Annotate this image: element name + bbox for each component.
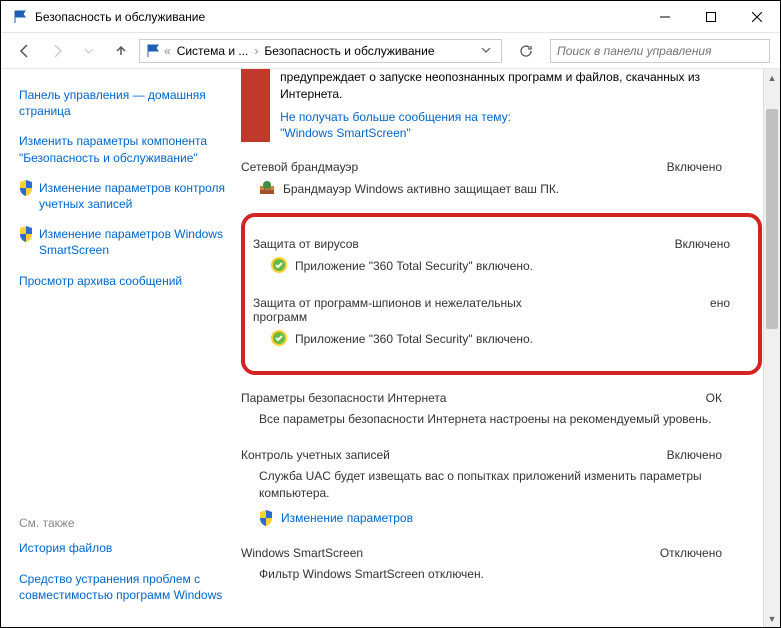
section-uac: Контроль учетных записей Включено Служба… (241, 444, 762, 532)
scroll-thumb[interactable] (766, 109, 778, 329)
sidebar-link-smartscreen[interactable]: Изменение параметров Windows SmartScreen (39, 226, 231, 258)
body: Панель управления — домашняя страница Из… (1, 69, 780, 627)
recent-dropdown[interactable] (75, 37, 103, 65)
spyware-sub: Приложение "360 Total Security" включено… (295, 331, 533, 348)
security-flag-icon (13, 10, 27, 24)
close-button[interactable] (734, 1, 780, 33)
breadcrumb-item-security[interactable]: Безопасность и обслуживание (260, 44, 438, 58)
chevron-right-icon: « (162, 44, 173, 58)
shield-icon (19, 226, 33, 242)
section-firewall: Сетевой брандмауэр Включено Брандмауэр W… (241, 156, 762, 205)
forward-button[interactable] (43, 37, 71, 65)
uac-change-link[interactable]: Изменение параметров (281, 511, 413, 525)
check-icon (271, 330, 287, 349)
uac-sub: Служба UAC будет извещать вас о попытках… (259, 468, 762, 502)
search-input[interactable] (557, 44, 763, 58)
back-button[interactable] (11, 37, 39, 65)
section-smartscreen: Windows SmartScreen Отключено Фильтр Win… (241, 542, 762, 589)
notice-text: предупреждает о запуске неопознанных про… (280, 70, 700, 101)
check-icon (271, 257, 287, 276)
ss-label: Windows SmartScreen (241, 546, 363, 560)
refresh-button[interactable] (512, 37, 540, 65)
sidebar-link-home[interactable]: Панель управления — домашняя страница (19, 87, 231, 119)
titlebar: Безопасность и обслуживание (1, 1, 780, 33)
breadcrumb[interactable]: « Система и ... › Безопасность и обслужи… (139, 39, 502, 63)
section-internet-security: Параметры безопасности Интернета ОК Все … (241, 387, 762, 434)
shield-icon (19, 180, 33, 196)
notice-link-no-more[interactable]: Не получать больше сообщения на тему: (280, 109, 752, 126)
scroll-up-button[interactable]: ▲ (764, 69, 780, 86)
sidebar-link-troubleshoot[interactable]: Средство устранения проблем с совместимо… (19, 571, 231, 603)
inet-label: Параметры безопасности Интернета (241, 391, 446, 405)
window-title: Безопасность и обслуживание (35, 10, 642, 24)
notice-link-smartscreen[interactable]: "Windows SmartScreen" (280, 126, 411, 140)
firewall-sub: Брандмауэр Windows активно защищает ваш … (283, 181, 559, 198)
spyware-status: ено (710, 296, 730, 324)
firewall-icon (259, 180, 275, 199)
ss-status: Отключено (660, 546, 722, 560)
navbar: « Система и ... › Безопасность и обслужи… (1, 33, 780, 69)
minimize-button[interactable] (642, 1, 688, 33)
window-root: Безопасность и обслуживание « С (0, 0, 781, 628)
chevron-right-icon: › (252, 44, 260, 58)
sidebar: Панель управления — домашняя страница Из… (1, 69, 241, 627)
breadcrumb-flag-icon (146, 44, 160, 58)
breadcrumb-item-system[interactable]: Система и ... (173, 44, 253, 58)
virus-sub: Приложение "360 Total Security" включено… (295, 258, 533, 275)
section-spyware: Защита от программ-шпионов и нежелательн… (253, 292, 750, 355)
maximize-button[interactable] (688, 1, 734, 33)
see-also-heading: См. также (19, 516, 231, 530)
notice-red-bar (241, 69, 270, 142)
sidebar-link-change-params[interactable]: Изменить параметры компонента "Безопасно… (19, 133, 231, 165)
scroll-down-button[interactable]: ▼ (764, 610, 780, 627)
search-box[interactable] (550, 39, 770, 63)
main-content: предупреждает о запуске неопознанных про… (241, 69, 780, 627)
inet-sub: Все параметры безопасности Интернета нас… (259, 411, 711, 428)
sidebar-link-uac[interactable]: Изменение параметров контроля учетных за… (39, 180, 231, 212)
virus-status: Включено (675, 237, 730, 251)
uac-status: Включено (667, 448, 722, 462)
firewall-status: Включено (667, 160, 722, 174)
sidebar-link-file-history[interactable]: История файлов (19, 540, 231, 556)
breadcrumb-dropdown-icon[interactable] (475, 44, 497, 58)
highlighted-block: Защита от вирусов Включено Приложение "3… (241, 213, 762, 375)
uac-label: Контроль учетных записей (241, 448, 390, 462)
ss-sub: Фильтр Windows SmartScreen отключен. (259, 566, 484, 583)
smartscreen-notice: предупреждает о запуске неопознанных про… (241, 69, 762, 142)
inet-status: ОК (706, 391, 722, 405)
firewall-label: Сетевой брандмауэр (241, 160, 358, 174)
vertical-scrollbar[interactable]: ▲ ▼ (763, 69, 780, 627)
sidebar-link-archive[interactable]: Просмотр архива сообщений (19, 273, 231, 289)
virus-label: Защита от вирусов (253, 237, 359, 251)
up-button[interactable] (107, 37, 135, 65)
shield-icon (259, 510, 273, 526)
spyware-label: Защита от программ-шпионов и нежелательн… (253, 296, 553, 324)
section-virus: Защита от вирусов Включено Приложение "3… (253, 233, 750, 282)
